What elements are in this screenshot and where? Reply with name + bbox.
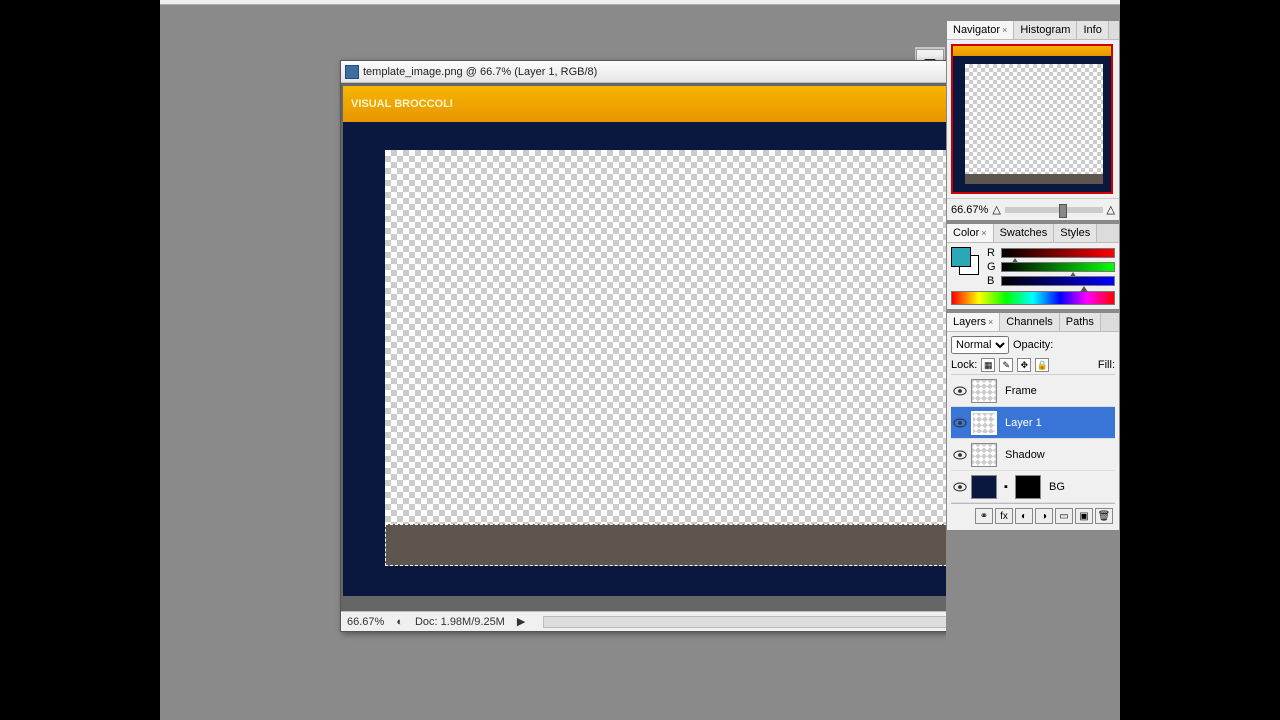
canvas-area[interactable]: VISUAL BROCCOLI	[341, 83, 1049, 613]
fx-icon[interactable]: fx	[995, 508, 1013, 524]
mask-thumbnail[interactable]	[1015, 475, 1041, 499]
b-slider[interactable]	[1001, 276, 1115, 286]
fill-label: Fill:	[1098, 359, 1115, 371]
layer-row[interactable]: Frame	[951, 375, 1115, 407]
r-label: R	[987, 247, 997, 259]
lock-position-icon[interactable]: ✥	[1017, 358, 1031, 372]
mask-link-icon[interactable]: ▪	[1001, 481, 1011, 493]
layer-row[interactable]: Layer 1	[951, 407, 1115, 439]
panel-dock: Navigator× Histogram Info 66.67% △ △	[946, 20, 1120, 720]
r-slider[interactable]	[1001, 248, 1115, 258]
b-label: B	[987, 275, 997, 287]
play-icon[interactable]: ▶	[517, 615, 525, 628]
layers-panel: Layers× Channels Paths Normal Opacity: L…	[946, 312, 1120, 531]
group-icon[interactable]: ▭	[1055, 508, 1073, 524]
opacity-label: Opacity:	[1013, 339, 1053, 351]
navigator-zoom-value[interactable]: 66.67%	[951, 204, 988, 216]
layer-name[interactable]: Shadow	[1001, 449, 1113, 461]
navigator-preview[interactable]	[951, 44, 1113, 194]
zoom-value[interactable]: 66.67%	[347, 616, 384, 628]
g-label: G	[987, 261, 997, 273]
visibility-eye-icon[interactable]	[953, 416, 967, 430]
visibility-eye-icon[interactable]	[953, 480, 967, 494]
tab-color[interactable]: Color×	[947, 224, 994, 242]
link-layers-icon[interactable]: ⚭	[975, 508, 993, 524]
tab-paths[interactable]: Paths	[1060, 313, 1101, 331]
document-statusbar: 66.67% ◐ Doc: 1.98M/9.25M ▶	[341, 611, 1049, 631]
trash-icon[interactable]: 🗑	[1095, 508, 1113, 524]
visibility-eye-icon[interactable]	[953, 384, 967, 398]
lock-transparency-icon[interactable]: ▦	[981, 358, 995, 372]
layer-list: Frame Layer 1 Shadow ▪ BG	[951, 375, 1115, 503]
color-panel: Color× Swatches Styles R G B	[946, 223, 1120, 310]
adjustment-icon[interactable]: ◑	[1035, 508, 1053, 524]
zoom-out-icon[interactable]: △	[992, 203, 1000, 216]
g-slider[interactable]	[1001, 262, 1115, 272]
document-window: template_image.png @ 66.7% (Layer 1, RGB…	[340, 60, 1050, 632]
document-title: template_image.png @ 66.7% (Layer 1, RGB…	[363, 66, 967, 78]
layer-thumbnail[interactable]	[971, 411, 997, 435]
zoom-slider[interactable]	[1005, 207, 1103, 213]
new-layer-icon[interactable]: ▣	[1075, 508, 1093, 524]
doc-size: Doc: 1.98M/9.25M	[415, 616, 505, 628]
layer-name[interactable]: Layer 1	[1001, 417, 1113, 429]
mask-icon[interactable]: ◐	[1015, 508, 1033, 524]
lock-paint-icon[interactable]: ✎	[999, 358, 1013, 372]
fg-bg-swatch[interactable]	[951, 247, 979, 275]
tab-channels[interactable]: Channels	[1000, 313, 1059, 331]
zoom-indicator-icon[interactable]: ◐	[396, 616, 403, 628]
navigator-panel: Navigator× Histogram Info 66.67% △ △	[946, 20, 1120, 221]
layer-name[interactable]: BG	[1045, 481, 1113, 493]
layer-thumbnail[interactable]	[971, 475, 997, 499]
canvas-selection[interactable]	[385, 524, 987, 566]
canvas[interactable]: VISUAL BROCCOLI	[343, 86, 1031, 596]
blend-mode-select[interactable]: Normal	[951, 336, 1009, 354]
layer-row[interactable]: ▪ BG	[951, 471, 1115, 503]
tab-styles[interactable]: Styles	[1054, 224, 1097, 242]
document-icon	[345, 65, 359, 79]
zoom-in-icon[interactable]: △	[1107, 203, 1115, 216]
tab-navigator[interactable]: Navigator×	[947, 21, 1014, 39]
lock-label: Lock:	[951, 359, 977, 371]
tab-swatches[interactable]: Swatches	[994, 224, 1055, 242]
tab-histogram[interactable]: Histogram	[1014, 21, 1077, 39]
document-titlebar[interactable]: template_image.png @ 66.7% (Layer 1, RGB…	[341, 61, 1049, 83]
layer-row[interactable]: Shadow	[951, 439, 1115, 471]
brand-text: VISUAL BROCCOLI	[351, 98, 453, 110]
lock-all-icon[interactable]: 🔒	[1035, 358, 1049, 372]
color-spectrum[interactable]	[951, 291, 1115, 305]
canvas-transparent-region	[385, 150, 987, 566]
layer-thumbnail[interactable]	[971, 443, 997, 467]
tab-layers[interactable]: Layers×	[947, 313, 1000, 331]
canvas-brand-band: VISUAL BROCCOLI	[343, 86, 1031, 122]
layer-thumbnail[interactable]	[971, 379, 997, 403]
options-bar	[160, 0, 1120, 5]
tab-info[interactable]: Info	[1077, 21, 1108, 39]
layer-name[interactable]: Frame	[1001, 385, 1113, 397]
visibility-eye-icon[interactable]	[953, 448, 967, 462]
